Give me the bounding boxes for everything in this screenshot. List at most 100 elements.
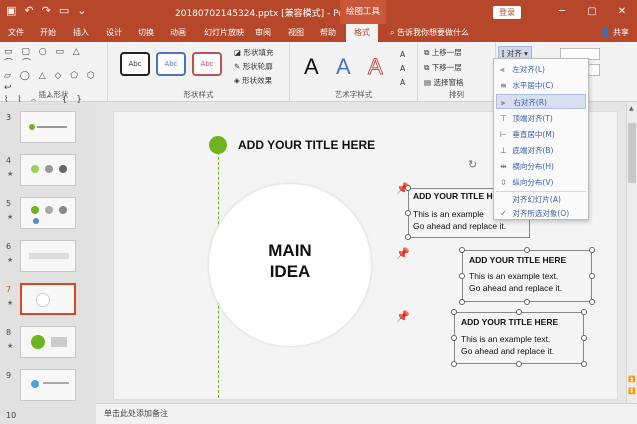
text-fill-icon[interactable]: A [400,50,405,59]
resize-handle[interactable] [516,309,522,315]
align-right-icon: ⫸ [501,98,506,107]
menu-item-align-middle[interactable]: ⊢ 垂直居中(M) [496,127,586,142]
resize-handle[interactable] [524,247,530,253]
redo-icon[interactable]: ↷ [42,4,51,17]
align-center-icon: ≡ [500,81,507,90]
resize-handle[interactable] [451,335,457,341]
resize-handle[interactable] [581,335,587,341]
menu-item-align-left[interactable]: ⫷ 左对齐(L) [496,62,586,77]
slideshow-icon[interactable]: ▭ [59,4,69,17]
menu-item-align-top[interactable]: ⊤ 顶端对齐(T) [496,111,586,126]
rotate-handle-icon[interactable]: ↻ [468,158,477,171]
tab-format[interactable]: 格式 [346,24,378,42]
slide-thumb-8[interactable]: 8 ★ [2,326,92,364]
wordart-blue[interactable]: A [336,54,351,80]
style-swatch-dark[interactable]: Abc [120,52,150,76]
box-text-line1: This is an example [413,209,484,219]
customize-icon[interactable]: ⌄ [77,4,86,17]
menu-item-align-selected[interactable]: ✓ 对齐所选对象(O) [496,206,586,221]
shape-effects-button[interactable]: ◈ 形状效果 [234,75,272,86]
slide-thumb-7[interactable]: 7 ★ [2,283,92,321]
slide-title[interactable]: ADD YOUR TITLE HERE [238,138,375,152]
resize-handle[interactable] [451,361,457,367]
tab-slideshow[interactable]: 幻灯片放映 [204,27,244,38]
login-button[interactable]: 登录 [493,6,521,19]
main-idea-text: MAIN IDEA [209,240,371,282]
style-swatch-blue[interactable]: Abc [156,52,186,76]
align-top-icon: ⊤ [500,114,507,123]
style-swatch-red[interactable]: Abc [192,52,222,76]
vertical-scrollbar[interactable]: ▲ ⏫ ⏬ [626,103,637,403]
resize-handle[interactable] [459,273,465,279]
menu-item-distribute-horizontal[interactable]: ⇹ 横向分布(H) [496,159,586,174]
slide-thumb-6[interactable]: 6 ★ [2,240,92,278]
tab-design[interactable]: 设计 [106,27,122,38]
resize-handle[interactable] [451,309,457,315]
resize-handle[interactable] [459,299,465,305]
slide-number: 3 [6,113,12,122]
tab-animations[interactable]: 动画 [170,27,186,38]
wordart-outline[interactable]: A [368,54,384,80]
scroll-up-icon[interactable]: ▲ [629,105,634,112]
menu-item-label: 对齐幻灯片(A) [512,195,561,204]
menu-item-align-center[interactable]: ≡ 水平居中(C) [496,78,586,93]
tab-home[interactable]: 开始 [40,27,56,38]
resize-handle[interactable] [581,309,587,315]
tab-insert[interactable]: 插入 [73,27,89,38]
resize-handle[interactable] [589,273,595,279]
resize-handle[interactable] [405,185,411,191]
text-effects-icon[interactable]: A [400,78,405,87]
align-left-icon: ⫷ [500,65,505,74]
text-outline-icon[interactable]: A [400,64,405,73]
shape-fill-button[interactable]: ◪ 形状填充 [234,47,273,58]
close-icon[interactable]: ✕ [607,0,637,24]
menu-item-label: 右对齐(R) [513,98,547,107]
send-backward-button[interactable]: ⧉ 下移一层 [424,62,462,73]
next-slide-icon[interactable]: ⏬ [628,388,635,395]
slide-thumb-9[interactable]: 9 [2,369,92,407]
bring-forward-button[interactable]: ⧉ 上移一层 [424,47,462,58]
tell-me-search[interactable]: ⌕ 告诉我你想要做什么 [390,27,469,38]
resize-handle[interactable] [405,234,411,240]
main-idea-circle[interactable]: MAIN IDEA [209,184,371,346]
shape-outline-button[interactable]: ✎ 形状轮廓 [234,61,273,72]
scroll-thumb[interactable] [628,123,636,183]
menu-item-align-to-slide[interactable]: 对齐幻灯片(A) [496,192,586,207]
resize-handle[interactable] [581,361,587,367]
menu-item-distribute-vertical[interactable]: ⇳ 纵向分布(V) [496,175,586,190]
slide-thumb-3[interactable]: 3 [2,111,92,149]
save-icon[interactable]: ▣ [6,4,16,17]
selection-pane-icon: ▤ [424,78,432,87]
selection-pane-button[interactable]: ▤ 选择窗格 [424,77,463,88]
resize-handle[interactable] [589,247,595,253]
tab-view[interactable]: 视图 [288,27,304,38]
tab-file[interactable]: 文件 [8,27,24,38]
shape-styles-group: Abc Abc Abc ◪ 形状填充 ✎ 形状轮廓 ◈ 形状效果 形状样式 [108,42,290,102]
restore-icon[interactable]: ▢ [577,0,607,24]
menu-item-label: 左对齐(L) [512,65,545,74]
tab-transitions[interactable]: 切换 [138,27,154,38]
slide-thumb-5[interactable]: 5 ★ [2,197,92,235]
share-button[interactable]: 👤 共享 [600,27,629,38]
minimize-icon[interactable]: ─ [547,0,577,24]
menu-item-align-bottom[interactable]: ⊥ 底端对齐(B) [496,143,586,158]
slide-thumb-4[interactable]: 4 ★ [2,154,92,192]
thumbnail-image [20,283,76,315]
animation-star-icon: ★ [7,256,14,264]
resize-handle[interactable] [524,299,530,305]
text-box-2[interactable]: ADD YOUR TITLE HERE This is an example t… [462,250,592,302]
slide-thumb-10[interactable]: 10 [2,409,92,424]
prev-slide-icon[interactable]: ⏫ [628,376,635,383]
green-dot[interactable] [209,136,227,154]
notes-pane[interactable]: 单击此处添加备注 [96,403,637,424]
resize-handle[interactable] [405,210,411,216]
resize-handle[interactable] [459,247,465,253]
resize-handle[interactable] [589,299,595,305]
tab-help[interactable]: 帮助 [320,27,336,38]
menu-item-align-right[interactable]: ⫸ 右对齐(R) [496,94,586,109]
text-box-3[interactable]: ADD YOUR TITLE HERE This is an example t… [454,312,584,364]
undo-icon[interactable]: ↶ [24,4,33,17]
resize-handle[interactable] [516,361,522,367]
wordart-black[interactable]: A [304,54,319,80]
tab-review[interactable]: 审阅 [255,27,271,38]
